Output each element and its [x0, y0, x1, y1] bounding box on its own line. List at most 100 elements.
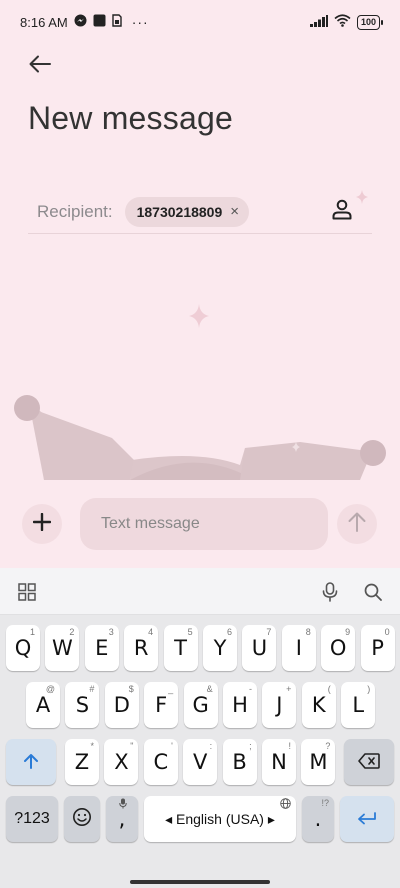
key-hint: * — [90, 741, 94, 751]
key-t[interactable]: 5T — [163, 625, 198, 671]
keyboard: 1 Q 2 W 3 E 4 R 5 T 6 Y 7 U 8 I 9 O 0 P @ A # S $ D _ F & G - H + J(K) L * Z… — [0, 568, 400, 888]
key-s[interactable]: # S — [65, 682, 100, 728]
key-label: S — [75, 693, 90, 717]
key-hint: 5 — [187, 627, 193, 637]
key-label: A — [35, 693, 51, 717]
back-button[interactable] — [24, 50, 56, 82]
key-d[interactable]: $ D — [104, 682, 139, 728]
key-m[interactable]: ? M — [301, 739, 336, 785]
key-hint: : — [209, 741, 213, 751]
status-time: 8:16 AM — [20, 14, 68, 30]
grid-icon[interactable] — [14, 579, 40, 605]
key-c[interactable]: ' C — [143, 739, 178, 785]
key-hint: @ — [45, 684, 55, 694]
key-hint: 9 — [345, 627, 351, 637]
key-hint: $ — [128, 684, 134, 694]
key-hint: # — [89, 684, 95, 694]
messenger-icon — [74, 14, 87, 30]
key-hint: 2 — [69, 627, 75, 637]
key-a[interactable]: @ A — [26, 682, 60, 728]
arrow-up-icon — [348, 512, 366, 537]
key-hint: 3 — [108, 627, 114, 637]
key-b[interactable]: ; B — [222, 739, 257, 785]
key-label: E — [95, 636, 109, 660]
key-hint: 6 — [226, 627, 232, 637]
shift-key[interactable] — [6, 739, 56, 785]
key-z[interactable]: * Z — [65, 739, 99, 785]
key-r[interactable]: 4R — [124, 625, 159, 671]
key-j[interactable]: + J — [262, 682, 297, 728]
key-v[interactable]: :V — [183, 739, 218, 785]
signal-icon — [309, 14, 328, 30]
key-label: I — [295, 636, 302, 660]
shift-arrow-icon — [23, 750, 39, 774]
emoji-key[interactable] — [64, 796, 100, 842]
key-label: K — [311, 693, 326, 717]
key-label: G — [192, 693, 209, 717]
key-label: T — [174, 636, 187, 660]
key-label: W — [52, 636, 73, 660]
key-h[interactable]: -H — [223, 682, 257, 728]
key-label: ?123 — [14, 810, 50, 827]
key-w[interactable]: 2W — [45, 625, 80, 671]
period-key[interactable]: !?. — [302, 796, 334, 842]
key-hint: ' — [171, 741, 173, 751]
key-label: . — [314, 807, 322, 831]
key-u[interactable]: 7U — [242, 625, 277, 671]
enter-key[interactable] — [340, 796, 394, 842]
page-title: New message — [28, 100, 233, 136]
key-x[interactable]: " X — [104, 739, 139, 785]
key-p[interactable]: 0P — [360, 625, 395, 671]
key-label: O — [329, 636, 347, 660]
key-hint: 0 — [384, 627, 390, 637]
key-q[interactable]: 1Q — [6, 625, 40, 671]
key-g[interactable]: & G — [183, 682, 218, 728]
comma-key[interactable]: , — [106, 796, 138, 842]
key-label: D — [113, 693, 130, 717]
search-icon[interactable] — [360, 579, 386, 605]
key-label: B — [232, 750, 247, 774]
mic-hint-icon — [119, 798, 127, 811]
recipient-chip[interactable]: 18730218809 × — [124, 196, 250, 227]
symbols-key[interactable]: ?123 — [6, 796, 58, 842]
key-label: H — [232, 693, 248, 717]
person-icon — [331, 198, 353, 225]
key-e[interactable]: 3E — [84, 625, 119, 671]
key-o[interactable]: 9O — [321, 625, 356, 671]
key-label: Z — [74, 750, 90, 774]
key-n[interactable]: ! N — [262, 739, 296, 785]
key-hint: ) — [367, 684, 371, 694]
backspace-key[interactable] — [344, 739, 394, 785]
compose-bar — [0, 498, 400, 550]
key-i[interactable]: 8I — [281, 625, 316, 671]
more-notifications: ··· — [131, 14, 149, 30]
key-label: F — [155, 693, 168, 717]
key-hint: - — [249, 684, 252, 694]
empty-state-illustration — [0, 290, 400, 480]
arrow-left-icon — [29, 55, 51, 78]
home-indicator — [130, 880, 270, 884]
wifi-icon — [334, 14, 351, 30]
battery-indicator: 100 — [356, 14, 384, 30]
mic-icon[interactable] — [317, 579, 343, 605]
recipient-label: Recipient: — [37, 201, 113, 221]
remove-recipient-icon[interactable]: × — [230, 204, 239, 219]
key-k[interactable]: (K — [301, 682, 336, 728]
key-y[interactable]: 6Y — [203, 625, 237, 671]
add-attachment-button[interactable] — [22, 504, 62, 544]
key-hint: " — [130, 741, 134, 751]
key-l[interactable]: ) L — [341, 682, 376, 728]
key-label: V — [193, 750, 208, 774]
recipient-number: 18730218809 — [136, 203, 223, 220]
key-hint: 8 — [305, 627, 311, 637]
status-bar: 8:16 AM ··· 100 — [0, 0, 400, 44]
sim-icon — [112, 14, 122, 30]
key-hint: ; — [249, 741, 252, 751]
message-input[interactable] — [80, 498, 328, 550]
key-label: Q — [14, 636, 32, 660]
send-button[interactable] — [337, 504, 377, 544]
key-f[interactable]: _ F — [144, 682, 179, 728]
space-key[interactable]: ◂ English (USA) ▸ — [144, 796, 296, 842]
contacts-button[interactable] — [328, 198, 356, 226]
key-hint: 7 — [266, 627, 272, 637]
